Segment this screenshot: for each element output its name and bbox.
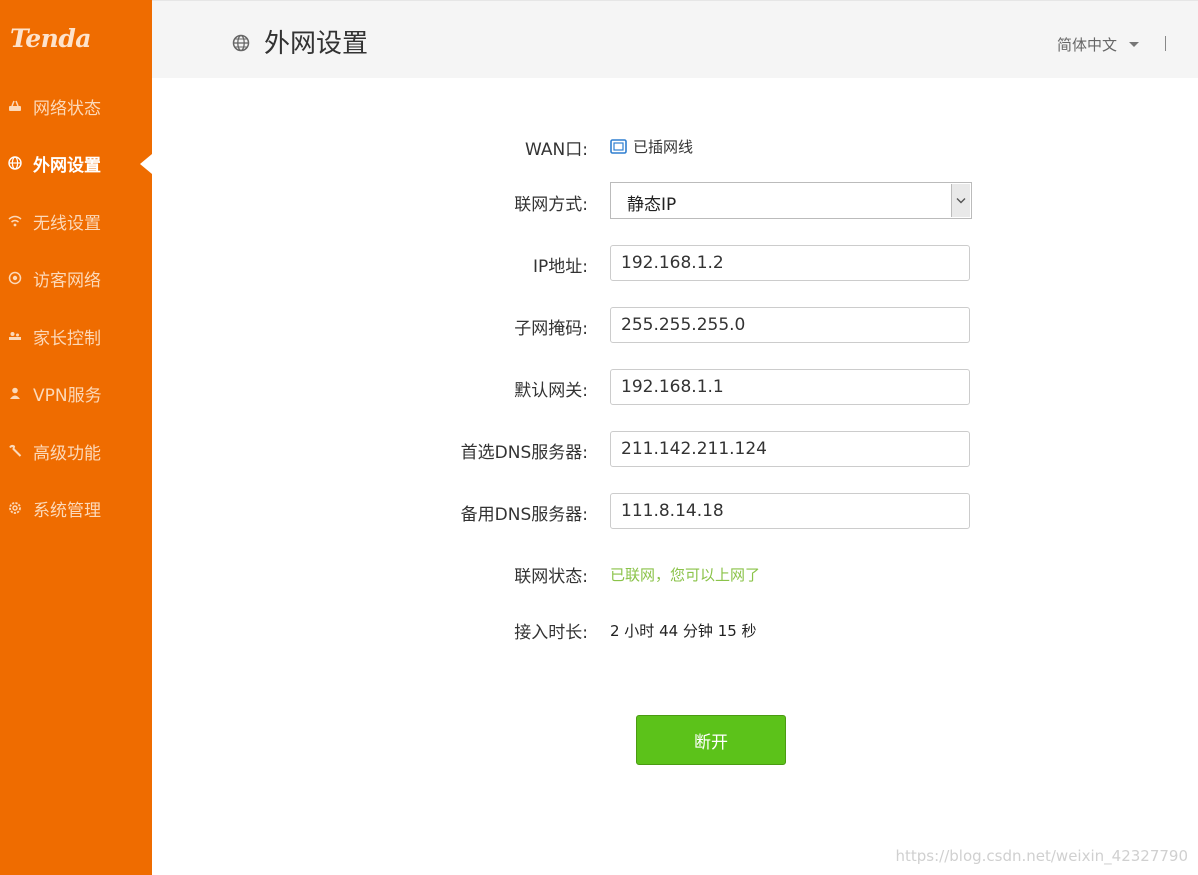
language-label: 简体中文 <box>1057 36 1118 54</box>
sidebar-item-wireless[interactable]: 无线设置 <box>0 201 152 241</box>
connection-status-label: 联网状态: <box>514 567 588 587</box>
sidebar-item-vpn[interactable]: VPN服务 <box>0 373 152 413</box>
globe-icon <box>232 34 250 52</box>
wan-port-label: WAN口: <box>525 140 588 160</box>
secondary-dns-input[interactable] <box>610 493 970 529</box>
wifi-icon <box>8 214 22 228</box>
sidebar-item-guest-network[interactable]: 访客网络 <box>0 258 152 298</box>
sidebar: Tenda 网络状态 外网设置 无线设置 访客网络 家长控制 VPN服务 高级功… <box>0 0 152 875</box>
language-select[interactable]: 简体中文 <box>1057 34 1140 55</box>
sidebar-item-label: 系统管理 <box>33 500 101 521</box>
sidebar-item-label: 外网设置 <box>33 155 101 176</box>
header-divider <box>1165 36 1166 51</box>
sidebar-item-label: 无线设置 <box>33 213 101 234</box>
page-title: 外网设置 <box>264 29 369 59</box>
ip-address-input[interactable] <box>610 245 970 281</box>
wrench-icon <box>8 444 22 458</box>
parental-icon <box>8 329 22 343</box>
globe-icon <box>8 156 22 170</box>
sidebar-item-network-status[interactable]: 网络状态 <box>0 86 152 126</box>
sidebar-item-wan-settings[interactable]: 外网设置 <box>0 143 152 183</box>
subnet-mask-label: 子网掩码: <box>514 319 588 339</box>
uptime-value: 2 小时 44 分钟 15 秒 <box>610 622 757 640</box>
secondary-dns-label: 备用DNS服务器: <box>460 505 588 525</box>
connection-type-value: 静态IP <box>627 195 677 215</box>
primary-dns-input[interactable] <box>610 431 970 467</box>
primary-dns-label: 首选DNS服务器: <box>460 443 588 463</box>
page-header: 外网设置 简体中文 <box>152 0 1198 78</box>
sidebar-item-label: 高级功能 <box>33 443 101 464</box>
ip-address-label: IP地址: <box>533 257 588 277</box>
sidebar-item-label: 访客网络 <box>33 270 101 291</box>
chevron-down-icon <box>1129 42 1140 47</box>
vpn-icon <box>8 386 22 400</box>
wan-port-status-text: 已插网线 <box>633 138 694 156</box>
active-indicator <box>140 154 152 174</box>
uptime-label: 接入时长: <box>514 623 588 643</box>
gear-icon <box>8 501 22 515</box>
network-port-icon <box>610 139 627 154</box>
gateway-input[interactable] <box>610 369 970 405</box>
router-icon <box>8 99 22 113</box>
sidebar-item-parental-control[interactable]: 家长控制 <box>0 316 152 356</box>
wan-port-status: 已插网线 <box>610 136 693 157</box>
tenda-logo: Tenda <box>10 24 92 53</box>
gateway-label: 默认网关: <box>514 381 588 401</box>
sidebar-item-label: VPN服务 <box>33 385 102 406</box>
sidebar-item-label: 家长控制 <box>33 328 101 349</box>
subnet-mask-input[interactable] <box>610 307 970 343</box>
connection-type-label: 联网方式: <box>514 195 588 215</box>
watermark: https://blog.csdn.net/weixin_42327790 <box>895 847 1188 865</box>
sidebar-item-label: 网络状态 <box>33 98 101 119</box>
sidebar-item-advanced[interactable]: 高级功能 <box>0 431 152 471</box>
disconnect-button[interactable]: 断开 <box>636 715 786 765</box>
connection-status-value: 已联网，您可以上网了 <box>610 566 761 584</box>
connection-type-select[interactable]: 静态IP <box>610 182 972 219</box>
guest-icon <box>8 271 22 285</box>
chevron-down-icon[interactable] <box>951 184 970 217</box>
sidebar-item-system[interactable]: 系统管理 <box>0 488 152 528</box>
